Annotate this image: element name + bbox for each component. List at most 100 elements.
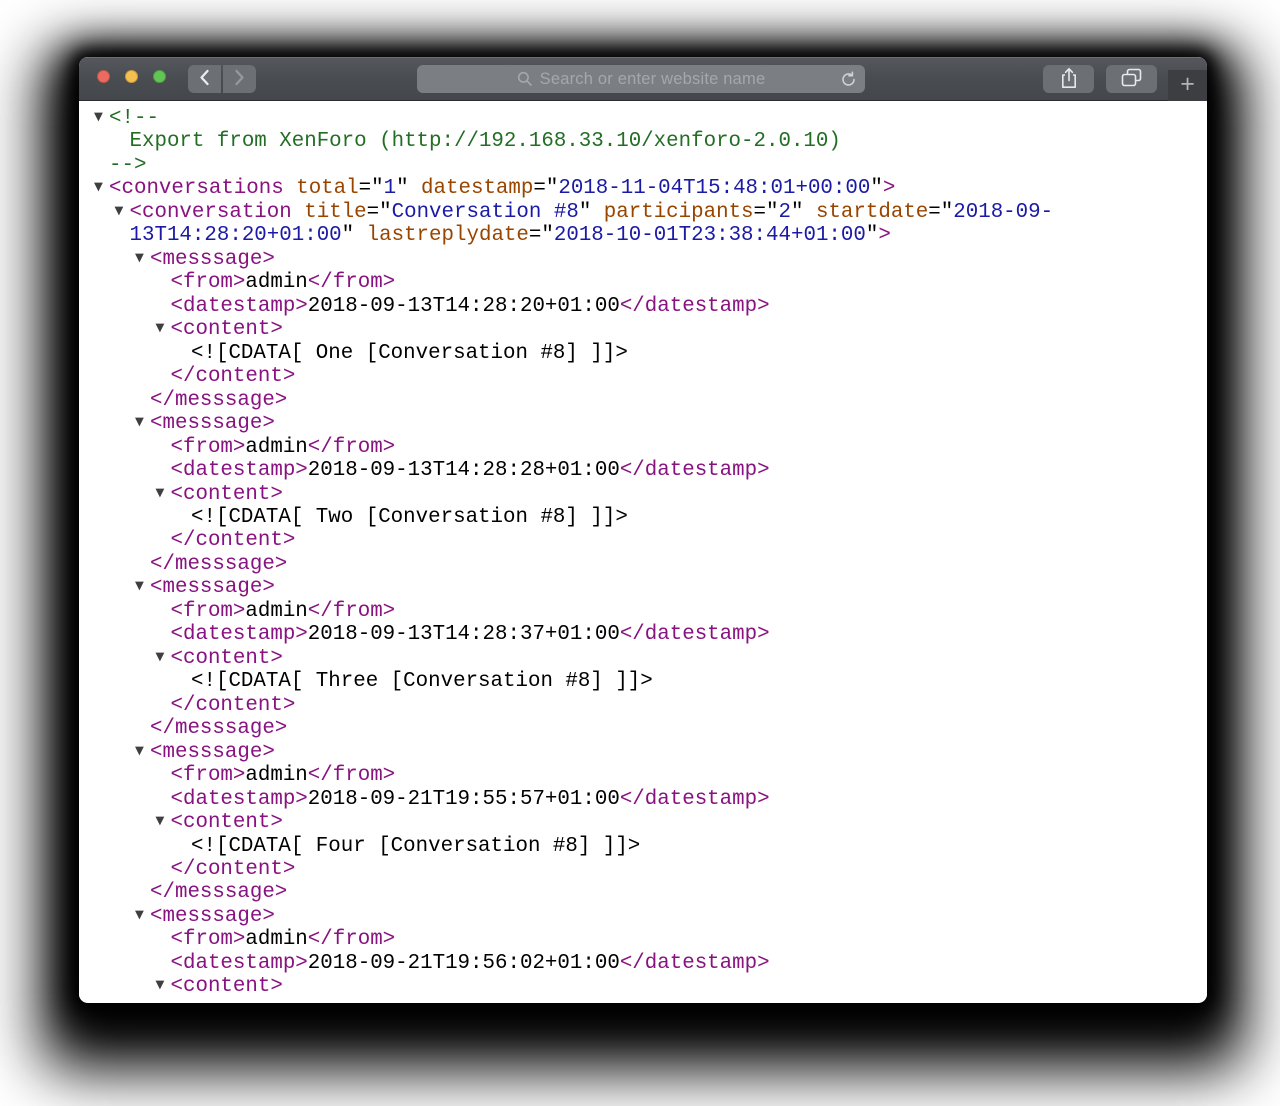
xml-token-tag: <datestamp> — [170, 294, 308, 318]
xml-token-punct: " — [865, 224, 879, 248]
xml-token-tag: <from> — [170, 764, 246, 788]
tab-overview-button[interactable] — [1106, 65, 1157, 93]
xml-token-comment: Export from XenForo (http://192.168.33.1… — [129, 130, 841, 154]
xml-token-tag: </from> — [307, 271, 396, 295]
xml-line: --> — [79, 154, 1207, 177]
collapse-arrow-icon[interactable]: ▼ — [115, 199, 130, 222]
xml-token-tag: <from> — [170, 928, 246, 952]
xml-token-tag: </messsage> — [150, 717, 288, 741]
plus-icon: + — [1180, 70, 1195, 98]
xml-line: <from>admin</from> — [79, 600, 1207, 623]
xml-token-tag: </from> — [307, 435, 396, 459]
xml-token-tag: <messsage> — [150, 247, 275, 271]
collapse-arrow-icon[interactable]: ▼ — [135, 410, 150, 433]
xml-token-tag: </from> — [307, 599, 396, 623]
xml-token-punct: " — [791, 200, 804, 224]
xml-token-tag: <content> — [170, 811, 283, 835]
xml-token-tag: </from> — [307, 764, 396, 788]
collapse-arrow-icon[interactable]: ▼ — [156, 481, 171, 504]
xml-token-value: 1 — [383, 177, 397, 201]
xml-line: ▼ <messsage> — [79, 576, 1207, 599]
xml-token-tag: <datestamp> — [170, 623, 308, 647]
share-button[interactable] — [1043, 65, 1094, 93]
xml-token-text: <![CDATA[ Three [Conversation #8] ]]> — [191, 670, 653, 694]
back-button[interactable] — [188, 65, 221, 93]
xml-line: </messsage> — [79, 553, 1207, 576]
xml-token-tag: </content> — [170, 693, 296, 717]
xml-viewer: ▼ <!-- Export from XenForo (http://192.168… — [79, 101, 1207, 1002]
xml-line: </messsage> — [79, 881, 1207, 904]
forward-button[interactable] — [223, 65, 256, 93]
xml-token-tag: </datestamp> — [619, 459, 770, 483]
xml-line: <![CDATA[ One [Conversation #8] ]]> — [79, 342, 1207, 365]
collapse-arrow-icon[interactable]: ▼ — [135, 903, 150, 926]
xml-token-tag: <messsage> — [150, 576, 275, 600]
xml-token-comment: <!-- — [109, 107, 159, 130]
xml-line: </messsage> — [79, 389, 1207, 412]
minimize-window-button[interactable] — [125, 70, 138, 83]
xml-token-punct: =" — [533, 177, 559, 201]
xml-token-tag: <from> — [170, 271, 246, 295]
reload-icon[interactable] — [838, 69, 858, 89]
xml-line: <datestamp>2018-09-21T19:55:57+01:00</da… — [79, 788, 1207, 811]
xml-line: ▼ <content> — [79, 975, 1207, 998]
xml-line: ▼ <messsage> — [79, 741, 1207, 764]
collapse-arrow-icon[interactable]: ▼ — [156, 645, 171, 668]
xml-line: <datestamp>2018-09-13T14:28:37+01:00</da… — [79, 623, 1207, 646]
xml-token-text: 2018-09-13T14:28:20+01:00 — [307, 294, 620, 318]
collapse-arrow-icon[interactable]: ▼ — [156, 316, 171, 339]
xml-token-value: 2 — [778, 200, 791, 224]
xml-line: ▼ <!-- — [79, 107, 1207, 130]
xml-line: </content> — [79, 365, 1207, 388]
xml-token-punct: =" — [358, 177, 384, 201]
xml-token-text: admin — [245, 599, 308, 623]
xml-token-attr: startdate — [803, 200, 929, 224]
xml-token-punct: =" — [528, 224, 554, 248]
xml-line: ▼ <conversations total="1" datestamp="201… — [79, 177, 1207, 200]
collapse-arrow-icon[interactable]: ▼ — [94, 105, 109, 128]
xml-token-tag: </messsage> — [150, 881, 288, 905]
collapse-arrow-icon[interactable]: ▼ — [156, 809, 171, 832]
xml-token-punct: " — [341, 224, 355, 248]
xml-token-text: <![CDATA[ Four [Conversation #8] ]]> — [191, 834, 641, 858]
xml-line: <from>admin</from> — [79, 764, 1207, 787]
xml-line: </content> — [79, 858, 1207, 881]
address-bar[interactable]: Search or enter website name — [417, 65, 865, 93]
xml-token-punct: " — [870, 177, 883, 201]
xml-line: <from>admin</from> — [79, 436, 1207, 459]
close-window-button[interactable] — [97, 70, 110, 83]
xml-tree: ▼ <!-- Export from XenForo (http://192.168… — [79, 107, 1207, 999]
xml-token-text: 2018-09-13T14:28:37+01:00 — [307, 623, 620, 647]
new-tab-button[interactable]: + — [1168, 70, 1207, 101]
xml-line: ▼ <messsage> — [79, 905, 1207, 928]
fullscreen-window-button[interactable] — [153, 70, 166, 83]
xml-line: <![CDATA[ Two [Conversation #8] ]]> — [79, 506, 1207, 529]
tab-overview-icon — [1121, 68, 1142, 90]
xml-token-punct: " — [396, 177, 409, 201]
xml-line: <![CDATA[ Four [Conversation #8] ]]> — [79, 835, 1207, 858]
xml-token-tag: <messsage> — [150, 904, 275, 928]
collapse-arrow-icon[interactable]: ▼ — [156, 973, 171, 996]
xml-token-text: <![CDATA[ Two [Conversation #8] ]]> — [191, 505, 628, 529]
xml-line: <from>admin</from> — [79, 928, 1207, 951]
xml-token-tag: </content> — [170, 858, 296, 881]
xml-token-text: 2018-09-21T19:56:02+01:00 — [307, 951, 620, 975]
xml-line: ▼ <content> — [79, 483, 1207, 506]
collapse-arrow-icon[interactable]: ▼ — [135, 574, 150, 597]
xml-token-tag: </content> — [170, 529, 296, 553]
xml-token-tag: </content> — [170, 365, 296, 389]
xml-line: ▼ <content> — [79, 811, 1207, 834]
xml-token-attr: total — [283, 177, 359, 201]
collapse-arrow-icon[interactable]: ▼ — [94, 175, 109, 198]
collapse-arrow-icon[interactable]: ▼ — [135, 246, 150, 269]
xml-line: <datestamp>2018-09-13T14:28:20+01:00</da… — [79, 295, 1207, 318]
xml-token-tag: <messsage> — [150, 412, 275, 436]
xml-line: </messsage> — [79, 717, 1207, 740]
xml-token-tag: </messsage> — [150, 388, 288, 412]
search-icon — [517, 71, 533, 87]
xml-token-tag: <from> — [170, 599, 246, 623]
collapse-arrow-icon[interactable]: ▼ — [135, 739, 150, 762]
xml-token-tag: </messsage> — [150, 552, 288, 576]
xml-line: ▼ <messsage> — [79, 412, 1207, 435]
xml-token-text: 2018-09-13T14:28:28+01:00 — [307, 459, 620, 483]
